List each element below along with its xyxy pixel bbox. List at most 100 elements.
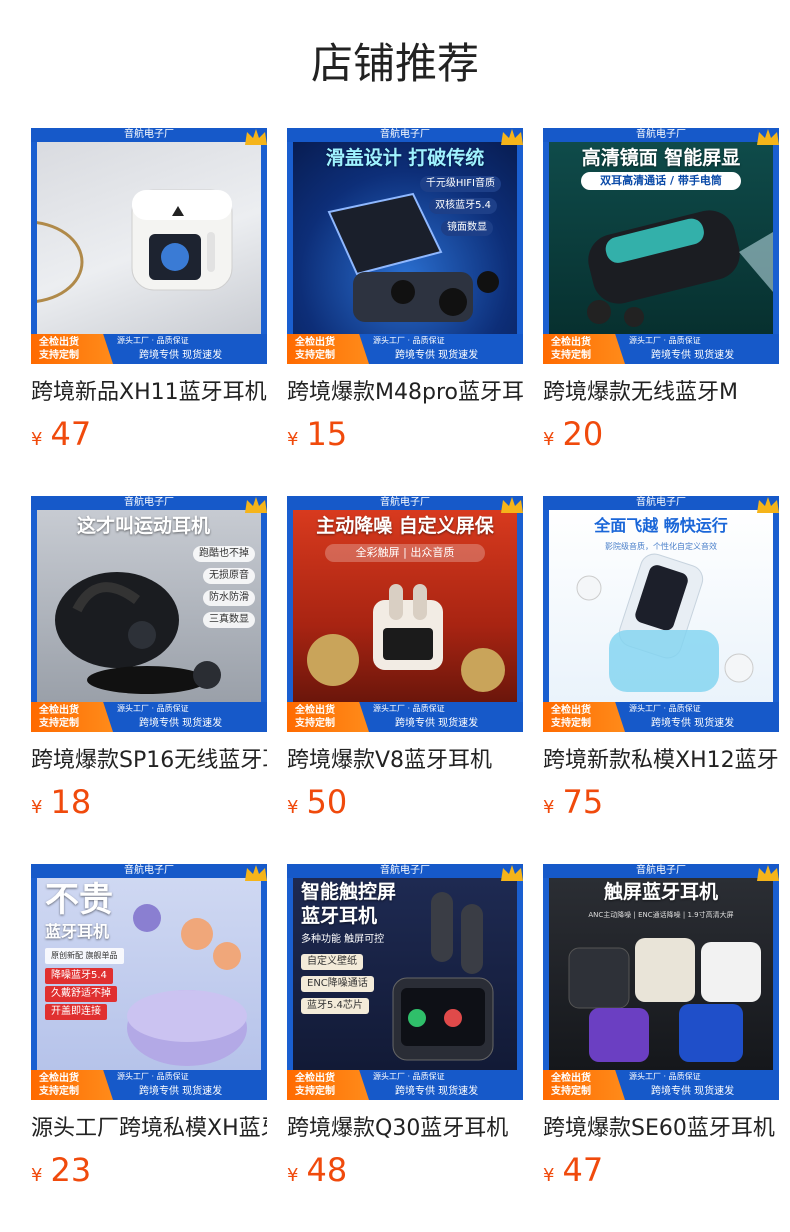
promo-text: 跨境专供 现货速发 xyxy=(395,718,479,729)
earbud-case-illustration xyxy=(37,189,233,303)
product-card[interactable]: 音航电子厂 全检出货 支持定制 源头工厂 · 品质保证 跨境专供 现货速发 跨境新… xyxy=(31,128,267,458)
crown-icon xyxy=(501,129,523,145)
shop-frame-label: 音航电子厂 xyxy=(31,864,267,878)
currency-symbol: ¥ xyxy=(287,429,299,450)
currency-symbol: ¥ xyxy=(31,797,43,818)
product-image[interactable]: 主动降噪 自定义屏保 全彩触屏 | 出众音质 音航电子厂 全检出货 支持定制 源头… xyxy=(287,496,523,732)
product-image[interactable]: 触屏蓝牙耳机 ANC主动降噪 | ENC通话降噪 | 1.9寸高清大屏 音航电子… xyxy=(543,864,779,1100)
price-value: 20 xyxy=(562,415,604,453)
product-title[interactable]: 跨境爆款Q30蓝牙耳机 xyxy=(287,1114,523,1144)
promo-banner: 全检出货 支持定制 源头工厂 · 品质保证 跨境专供 现货速发 xyxy=(31,702,267,732)
price-value: 50 xyxy=(306,783,348,821)
product-image[interactable]: 这才叫运动耳机 跑酷也不掉 无损原音 防水防滑 三真数显 音航电子厂 全检出货支… xyxy=(31,496,267,732)
promo-tag: 源头工厂 · 品质保证 xyxy=(117,336,189,345)
price-value: 75 xyxy=(562,783,604,821)
product-image[interactable]: 滑盖设计 打破传统 千元级HIFI音质 双核蓝牙5.4 镜面数显 音航电子厂 全… xyxy=(287,128,523,364)
price-value: 23 xyxy=(50,1151,92,1189)
crown-icon xyxy=(245,497,267,513)
promo-text: 跨境专供 现货速发 xyxy=(395,1086,479,1097)
product-image[interactable]: 音航电子厂 全检出货 支持定制 源头工厂 · 品质保证 跨境专供 现货速发 xyxy=(31,128,267,364)
promo-badge: 全检出货 支持定制 xyxy=(543,1070,625,1100)
product-title[interactable]: 跨境爆款SE60蓝牙耳机 xyxy=(543,1114,779,1144)
promo-badge: 全检出货 支持定制 xyxy=(31,702,113,732)
shop-frame-label: 音航电子厂 xyxy=(31,496,267,510)
crown-icon xyxy=(245,865,267,881)
currency-symbol: ¥ xyxy=(31,429,43,450)
promo-badge: 全检出货 支持定制 xyxy=(31,334,113,364)
currency-symbol: ¥ xyxy=(543,429,555,450)
earbud-case-illustration xyxy=(55,572,221,694)
promo-text: 跨境专供 现货速发 xyxy=(651,1086,735,1097)
product-price: ¥23 xyxy=(31,1152,267,1194)
promo-tag: 源头工厂 · 品质保证 xyxy=(117,1072,189,1081)
product-image[interactable]: 高清镜面 智能屏显 双耳高清通话 / 带手电筒 音航电子厂 全检出货 支持定制 源… xyxy=(543,128,779,364)
promo-badge: 全检出货 支持定制 xyxy=(543,702,625,732)
product-title[interactable]: 源头工厂跨境私模XH蓝牙耳机 xyxy=(31,1114,267,1144)
currency-symbol: ¥ xyxy=(31,1165,43,1186)
price-value: 47 xyxy=(562,1151,604,1189)
product-card[interactable]: 触屏蓝牙耳机 ANC主动降噪 | ENC通话降噪 | 1.9寸高清大屏 音航电子… xyxy=(543,864,779,1194)
promo-text: 跨境专供 现货速发 xyxy=(395,350,479,361)
promo-banner: 全检出货 支持定制 源头工厂 · 品质保证 跨境专供 现货速发 xyxy=(543,1070,779,1100)
earbud-case-illustration xyxy=(587,210,773,327)
product-image[interactable]: 全面飞越 畅快运行 影院级音质，个性化自定义音效 音航电子厂 全检出货 支持定制 … xyxy=(543,496,779,732)
promo-tag: 源头工厂 · 品质保证 xyxy=(373,336,445,345)
currency-symbol: ¥ xyxy=(543,797,555,818)
promo-tag: 源头工厂 · 品质保证 xyxy=(373,1072,445,1081)
promo-tag: 源头工厂 · 品质保证 xyxy=(629,704,701,713)
crown-icon xyxy=(501,497,523,513)
promo-text: 跨境专供 现货速发 xyxy=(139,350,223,361)
promo-badge: 全检出货 支持定制 xyxy=(287,702,369,732)
product-price: ¥75 xyxy=(543,784,779,826)
price-value: 48 xyxy=(306,1151,348,1189)
product-title[interactable]: 跨境爆款无线蓝牙M xyxy=(543,378,779,408)
price-value: 47 xyxy=(50,415,92,453)
promo-badge: 全检出货 支持定制 xyxy=(31,1070,113,1100)
crown-icon xyxy=(245,129,267,145)
shop-frame-label: 音航电子厂 xyxy=(543,496,779,510)
earbud-case-illustration xyxy=(127,904,247,1066)
crown-icon xyxy=(757,129,779,145)
product-card[interactable]: 这才叫运动耳机 跑酷也不掉 无损原音 防水防滑 三真数显 音航电子厂 全检出货支… xyxy=(31,496,267,826)
product-card[interactable]: 全面飞越 畅快运行 影院级音质，个性化自定义音效 音航电子厂 全检出货 支持定制 … xyxy=(543,496,779,826)
product-price: ¥20 xyxy=(543,416,779,458)
promo-banner: 全检出货 支持定制 源头工厂 · 品质保证 跨境专供 现货速发 xyxy=(543,702,779,732)
currency-symbol: ¥ xyxy=(543,1165,555,1186)
promo-banner: 全检出货 支持定制 源头工厂 · 品质保证 跨境专供 现货速发 xyxy=(31,334,267,364)
promo-text: 跨境专供 现货速发 xyxy=(139,1086,223,1097)
product-title[interactable]: 跨境新品XH11蓝牙耳机 xyxy=(31,378,267,408)
shop-frame-label: 音航电子厂 xyxy=(31,128,267,142)
product-grid: 音航电子厂 全检出货 支持定制 源头工厂 · 品质保证 跨境专供 现货速发 跨境新… xyxy=(0,0,790,1232)
promo-badge: 全检出货 支持定制 xyxy=(543,334,625,364)
product-image[interactable]: 不贵 蓝牙耳机 原创新配 旗舰单品 降噪蓝牙5.4 久戴舒适不掉 开盖即连接 音… xyxy=(31,864,267,1100)
product-card[interactable]: 不贵 蓝牙耳机 原创新配 旗舰单品 降噪蓝牙5.4 久戴舒适不掉 开盖即连接 音… xyxy=(31,864,267,1194)
price-value: 15 xyxy=(306,415,348,453)
crown-icon xyxy=(501,865,523,881)
product-image[interactable]: 智能触控屏 蓝牙耳机 多种功能 触屏可控 自定义壁纸 ENC降噪通话 蓝牙5.4… xyxy=(287,864,523,1100)
product-price: ¥48 xyxy=(287,1152,523,1194)
product-title[interactable]: 跨境爆款SP16无线蓝牙耳机 xyxy=(31,746,267,776)
shop-frame-label: 音航电子厂 xyxy=(287,128,523,142)
currency-symbol: ¥ xyxy=(287,797,299,818)
promo-badge: 全检出货 支持定制 xyxy=(287,334,369,364)
promo-tag: 源头工厂 · 品质保证 xyxy=(629,1072,701,1081)
product-card[interactable]: 滑盖设计 打破传统 千元级HIFI音质 双核蓝牙5.4 镜面数显 音航电子厂 全… xyxy=(287,128,523,458)
product-price: ¥50 xyxy=(287,784,523,826)
promo-banner: 全检出货 支持定制 源头工厂 · 品质保证 跨境专供 现货速发 xyxy=(31,1070,267,1100)
promo-tag: 源头工厂 · 品质保证 xyxy=(373,704,445,713)
earbud-case-illustration xyxy=(392,892,494,1061)
product-card[interactable]: 主动降噪 自定义屏保 全彩触屏 | 出众音质 音航电子厂 全检出货 支持定制 源头… xyxy=(287,496,523,826)
promo-banner: 全检出货 支持定制 源头工厂 · 品质保证 跨境专供 现货速发 xyxy=(287,334,523,364)
product-card[interactable]: 智能触控屏 蓝牙耳机 多种功能 触屏可控 自定义壁纸 ENC降噪通话 蓝牙5.4… xyxy=(287,864,523,1194)
earbud-case-illustration xyxy=(307,584,505,692)
promo-tag: 源头工厂 · 品质保证 xyxy=(629,336,701,345)
product-title[interactable]: 跨境爆款V8蓝牙耳机 xyxy=(287,746,523,776)
price-value: 18 xyxy=(50,783,92,821)
product-card[interactable]: 高清镜面 智能屏显 双耳高清通话 / 带手电筒 音航电子厂 全检出货 支持定制 源… xyxy=(543,128,779,458)
product-title[interactable]: 跨境新款私模XH12蓝牙耳机 xyxy=(543,746,779,776)
currency-symbol: ¥ xyxy=(287,1165,299,1186)
earbud-case-illustration xyxy=(576,553,754,692)
product-price: ¥18 xyxy=(31,784,267,826)
promo-banner: 全检出货 支持定制 源头工厂 · 品质保证 跨境专供 现货速发 xyxy=(543,334,779,364)
product-title[interactable]: 跨境爆款M48pro蓝牙耳机 xyxy=(287,378,523,408)
